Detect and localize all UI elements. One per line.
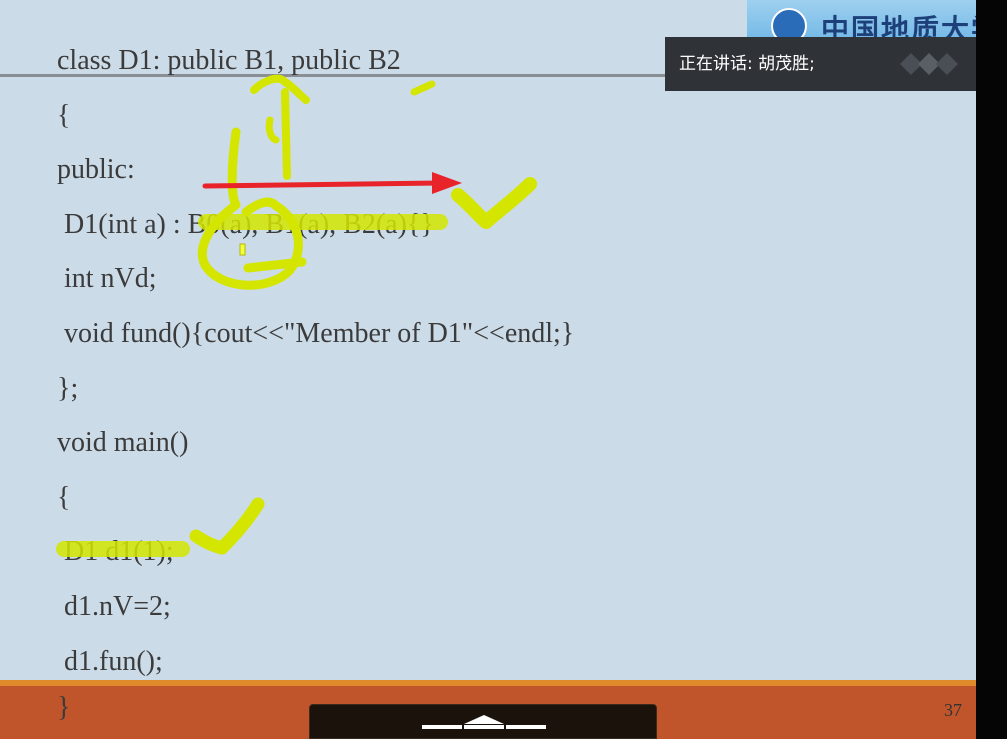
speaker-label: 正在讲话: 胡茂胜; [679,54,815,74]
right-edge-bar [976,0,1007,739]
slide: 中国地质大学 class D1: public B1, public B2 { … [0,0,976,739]
code-line: }; [57,372,79,404]
code-line: D1(int a) : B0(a), B1(a), B2(a){} [57,208,434,240]
code-line: void main() [57,427,189,459]
code-line: public: [57,154,135,186]
code-line: class D1: public B1, public B2 [57,45,401,76]
code-line: { [57,481,71,513]
page-number: 37 [944,700,962,720]
code-line: d1.nV=2; [57,590,171,622]
code-line: D1 d1(1); [57,536,174,568]
code-line: int nVd; [57,263,157,295]
collapse-up-icon[interactable] [414,711,554,733]
presentation-toolbar[interactable] [309,704,657,739]
code-line: } [57,692,71,723]
speaker-logo-icon [900,53,958,75]
code-line: { [57,99,71,131]
code-line: void fund(){cout<<"Member of D1"<<endl;} [57,317,575,349]
code-block: class D1: public B1, public B2 { public:… [57,34,574,689]
speaker-indicator: 正在讲话: 胡茂胜; [665,37,976,91]
